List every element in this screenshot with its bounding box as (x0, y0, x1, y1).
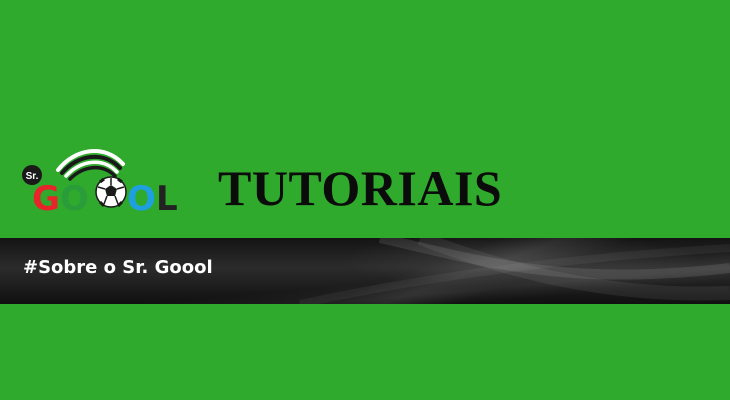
header-row: Sr. G O O L TUTORIAIS (0, 130, 730, 230)
section-banner: #Sobre o Sr. Goool (0, 238, 730, 304)
logo-letter-o2: O (127, 179, 156, 219)
banner-heading: #Sobre o Sr. Goool (23, 257, 213, 278)
soccer-ball-icon (95, 176, 127, 208)
page-title: TUTORIAIS (218, 160, 503, 216)
logo-letter-l: L (156, 179, 178, 219)
logo-letter-o1: O (60, 179, 89, 219)
sr-goool-logo[interactable]: Sr. G O O L (20, 142, 185, 220)
swoosh-lines (56, 149, 125, 181)
logo-letter-g: G (32, 179, 60, 219)
